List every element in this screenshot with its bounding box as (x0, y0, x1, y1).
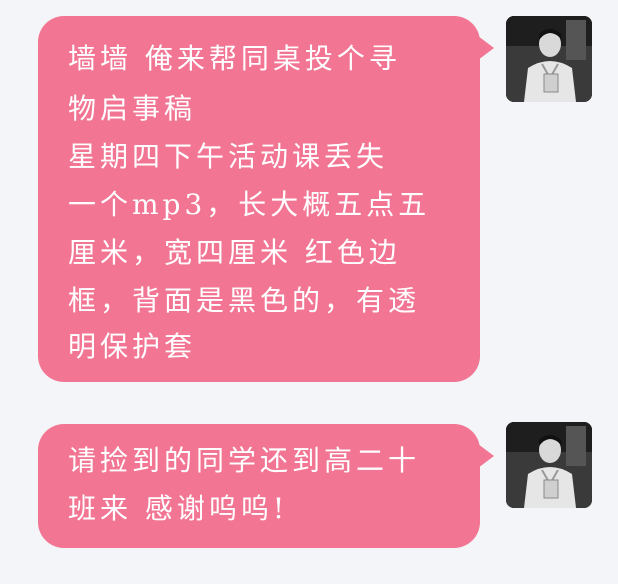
message-bubble-1[interactable]: 墙墙 俺来帮同桌投个寻 物启事稿 星期四下午活动课丢失 一个mp3，长大概五点五… (38, 16, 480, 382)
message-2-line-2: 班来 感谢呜呜! (68, 492, 289, 525)
message-bubble-2[interactable]: 请捡到的同学还到高二十 班来 感谢呜呜! (38, 424, 480, 548)
message-1-line-1: 墙墙 俺来帮同桌投个寻 (68, 42, 401, 75)
message-1-line-5: 厘米，宽四厘米 红色边 (68, 236, 401, 269)
avatar-photo-icon (506, 422, 592, 508)
sender-avatar-1[interactable] (506, 16, 592, 102)
avatar-photo-icon (506, 16, 592, 102)
message-1-line-3: 星期四下午活动课丢失 (68, 140, 389, 173)
sender-avatar-2[interactable] (506, 422, 592, 508)
message-1-line-6: 框，背面是黑色的，有透 (68, 284, 421, 317)
message-1-line-7: 明保护套 (68, 330, 197, 363)
message-2-line-1: 请捡到的同学还到高二十 (68, 444, 421, 477)
message-1-line-4: 一个mp3，长大概五点五 (68, 188, 431, 221)
bubble-tail-1 (478, 36, 494, 60)
bubble-tail-2 (478, 444, 494, 468)
message-1-line-2: 物启事稿 (68, 92, 197, 125)
